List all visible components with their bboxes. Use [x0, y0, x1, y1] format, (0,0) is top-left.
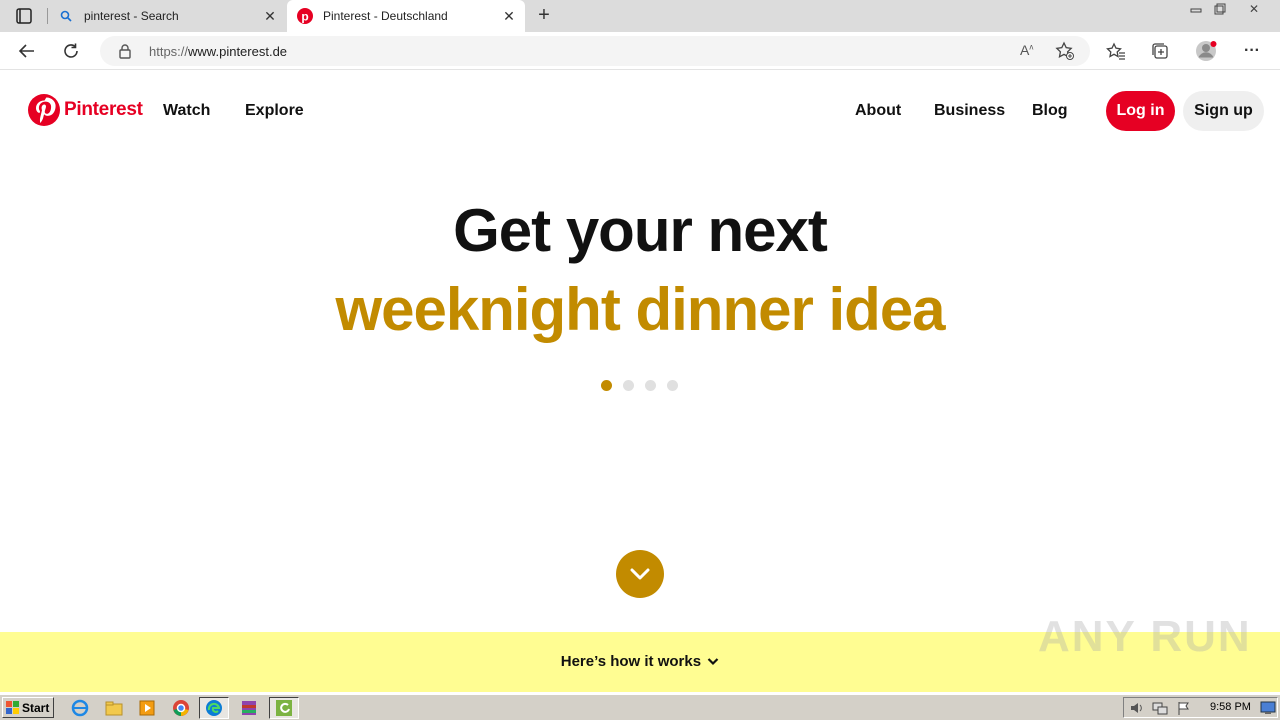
network-icon[interactable]: [1152, 700, 1168, 721]
pinterest-logo[interactable]: Pinterest: [28, 94, 143, 126]
back-button[interactable]: [14, 39, 40, 63]
taskbar-clock[interactable]: 9:58 PM: [1210, 701, 1251, 713]
add-favorite-icon[interactable]: [1055, 41, 1075, 66]
media-player-icon[interactable]: [137, 698, 157, 718]
refresh-icon: [64, 43, 78, 58]
volume-icon[interactable]: [1128, 700, 1144, 721]
how-it-works-label: Here’s how it works: [560, 653, 702, 670]
chrome-icon[interactable]: [171, 698, 191, 718]
url-text[interactable]: https://www.pinterest.de: [149, 44, 287, 59]
carousel-dot[interactable]: [667, 380, 678, 391]
address-bar[interactable]: https://www.pinterest.de Aʌ: [100, 36, 1090, 66]
search-icon: [58, 8, 74, 24]
chevron-down-icon: [630, 568, 650, 580]
hero-rotating-text: weeknight dinner idea: [335, 276, 945, 343]
tab-actions-button[interactable]: [8, 5, 38, 27]
tab-pinterest-search[interactable]: pinterest - Search ✕: [48, 0, 286, 32]
winrar-icon[interactable]: [239, 698, 259, 718]
login-button[interactable]: Log in: [1106, 91, 1175, 131]
tab-close-icon[interactable]: ✕: [260, 6, 280, 26]
nav-explore[interactable]: Explore: [245, 102, 304, 120]
pinterest-icon: p: [297, 8, 313, 24]
read-aloud-icon[interactable]: Aʌ: [1020, 42, 1033, 58]
windows-logo-icon: [6, 700, 19, 714]
site-header: Pinterest Watch Explore About Business B…: [0, 71, 1280, 151]
carousel-dot[interactable]: [623, 380, 634, 391]
favorites-icon: [1106, 42, 1125, 60]
start-label: Start: [22, 700, 50, 715]
pinterest-logo-icon: [28, 94, 60, 126]
carousel-dots: [601, 380, 681, 392]
start-button[interactable]: Start: [2, 697, 54, 718]
url-host: www.pinterest.de: [188, 44, 288, 59]
svg-text:p: p: [301, 10, 308, 24]
favorites-button[interactable]: [1103, 39, 1129, 63]
carousel-dot[interactable]: [645, 380, 656, 391]
internet-explorer-icon[interactable]: [70, 698, 90, 718]
refresh-app-taskbar-button[interactable]: [269, 697, 299, 719]
scroll-down-button[interactable]: [616, 550, 664, 598]
new-tab-button[interactable]: +: [533, 5, 555, 27]
profile-button[interactable]: [1193, 39, 1219, 63]
back-arrow-icon: [18, 44, 34, 58]
edge-taskbar-button[interactable]: [199, 697, 229, 719]
avatar: [1196, 41, 1217, 61]
action-center-flag-icon[interactable]: [1176, 700, 1192, 721]
refresh-button[interactable]: [58, 39, 84, 63]
collections-icon: [1152, 43, 1168, 59]
browser-toolbar: https://www.pinterest.de Aʌ ···: [0, 32, 1280, 70]
tab-close-icon[interactable]: ✕: [499, 6, 519, 26]
tab-actions-icon: [16, 8, 32, 24]
anyrun-watermark: ANY RUN: [1038, 612, 1252, 661]
carousel-dot[interactable]: [601, 380, 612, 391]
chevron-down-icon: [707, 658, 719, 666]
logo-text: Pinterest: [64, 99, 143, 120]
browser-tab-strip: pinterest - Search ✕ p Pinterest - Deuts…: [0, 0, 1280, 32]
windows-taskbar: Start 9:58 PM: [0, 694, 1280, 720]
nav-blog[interactable]: Blog: [1032, 102, 1068, 120]
url-scheme: https://: [149, 44, 189, 59]
lock-icon[interactable]: [118, 43, 132, 64]
minimize-icon[interactable]: [1184, 0, 1208, 18]
nav-about[interactable]: About: [855, 102, 901, 120]
hero-headline: Get your next: [453, 197, 828, 264]
collections-button[interactable]: [1147, 39, 1173, 63]
nav-business[interactable]: Business: [934, 102, 1005, 120]
nav-watch[interactable]: Watch: [163, 102, 210, 120]
more-options-icon[interactable]: ···: [1239, 39, 1265, 63]
file-explorer-icon[interactable]: [104, 698, 124, 718]
system-tray: 9:58 PM: [1123, 697, 1278, 718]
show-desktop-icon[interactable]: [1260, 701, 1276, 720]
tab-pinterest-deutschland[interactable]: p Pinterest - Deutschland ✕: [287, 0, 525, 32]
tab-title: pinterest - Search: [84, 9, 179, 23]
tab-title: Pinterest - Deutschland: [323, 9, 448, 23]
restore-icon[interactable]: [1208, 0, 1232, 18]
signup-button[interactable]: Sign up: [1183, 91, 1264, 131]
close-window-icon[interactable]: ✕: [1242, 0, 1266, 18]
